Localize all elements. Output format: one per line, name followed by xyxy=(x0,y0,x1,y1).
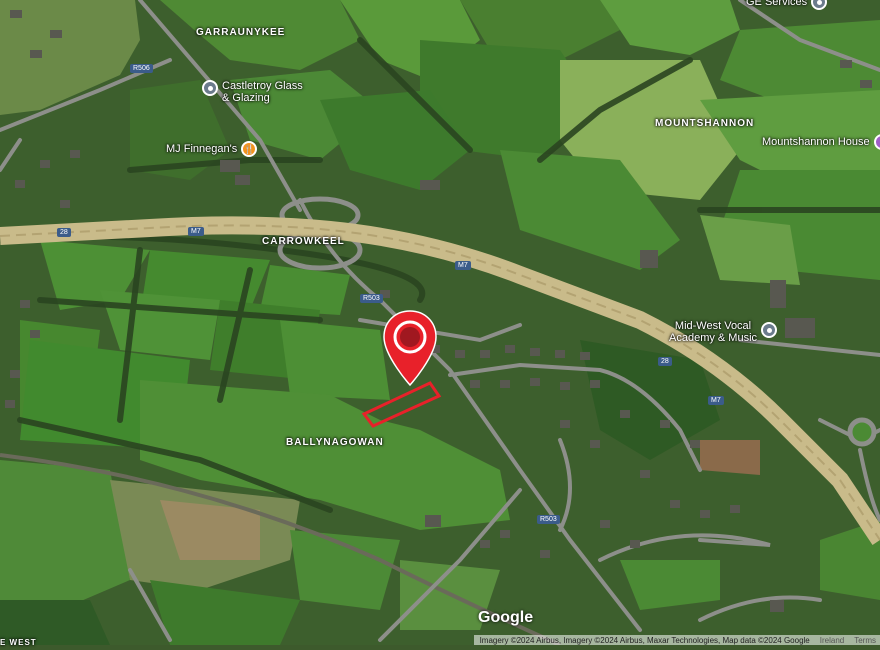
pin-icon xyxy=(873,134,880,150)
poi-label: GE Services xyxy=(746,0,808,8)
terms-link[interactable]: Terms xyxy=(854,636,876,645)
poi-mountshannon-house[interactable]: Mountshannon House xyxy=(762,134,880,150)
road-shield: R503 xyxy=(537,515,560,524)
road-shield: M7 xyxy=(188,227,204,236)
poi-mid-west-vocal-academy[interactable]: Mid-West Vocal Academy & Music xyxy=(669,320,778,344)
restaurant-icon: 🍴 xyxy=(241,141,258,157)
place-label: CARROWKEEL xyxy=(262,236,345,247)
place-label: BALLYNAGOWAN xyxy=(286,437,384,448)
pin-icon xyxy=(811,0,828,10)
road-shield: M7 xyxy=(455,261,471,270)
place-label: MOUNTSHANNON xyxy=(655,118,755,129)
poi-label: Mountshannon House xyxy=(762,136,870,148)
road-shield: R506 xyxy=(130,64,153,73)
shop-icon xyxy=(761,322,778,338)
poi-mj-finnegans[interactable]: 🍴 MJ Finnegan's xyxy=(166,141,258,157)
shop-icon xyxy=(202,80,218,96)
road-shield: 28 xyxy=(658,357,672,366)
roundabout-east xyxy=(847,417,877,447)
road-shield: M7 xyxy=(708,396,724,405)
location-pin-icon[interactable] xyxy=(381,308,439,388)
road-shield: R503 xyxy=(360,294,383,303)
road-shield: 28 xyxy=(57,228,71,237)
poi-ge-services[interactable]: GE Services xyxy=(746,0,828,10)
attribution-text: Imagery ©2024 Airbus, Imagery ©2024 Airb… xyxy=(479,635,810,645)
poi-castletroy-glass[interactable]: Castletroy Glass & Glazing xyxy=(202,80,303,104)
attribution-bar: Imagery ©2024 Airbus, Imagery ©2024 Airb… xyxy=(474,635,880,645)
place-label: GARRAUNYKEE xyxy=(196,27,286,38)
poi-label: Mid-West Vocal Academy & Music xyxy=(669,320,758,344)
poi-label: MJ Finnegan's xyxy=(166,143,238,155)
poi-label: Castletroy Glass & Glazing xyxy=(222,80,303,104)
satellite-map[interactable]: GARRAUNYKEE MOUNTSHANNON CARROWKEEL BALL… xyxy=(0,0,880,647)
place-label: E WEST xyxy=(0,638,37,647)
country-label: Ireland xyxy=(819,635,845,645)
google-logo: Google xyxy=(478,609,534,626)
